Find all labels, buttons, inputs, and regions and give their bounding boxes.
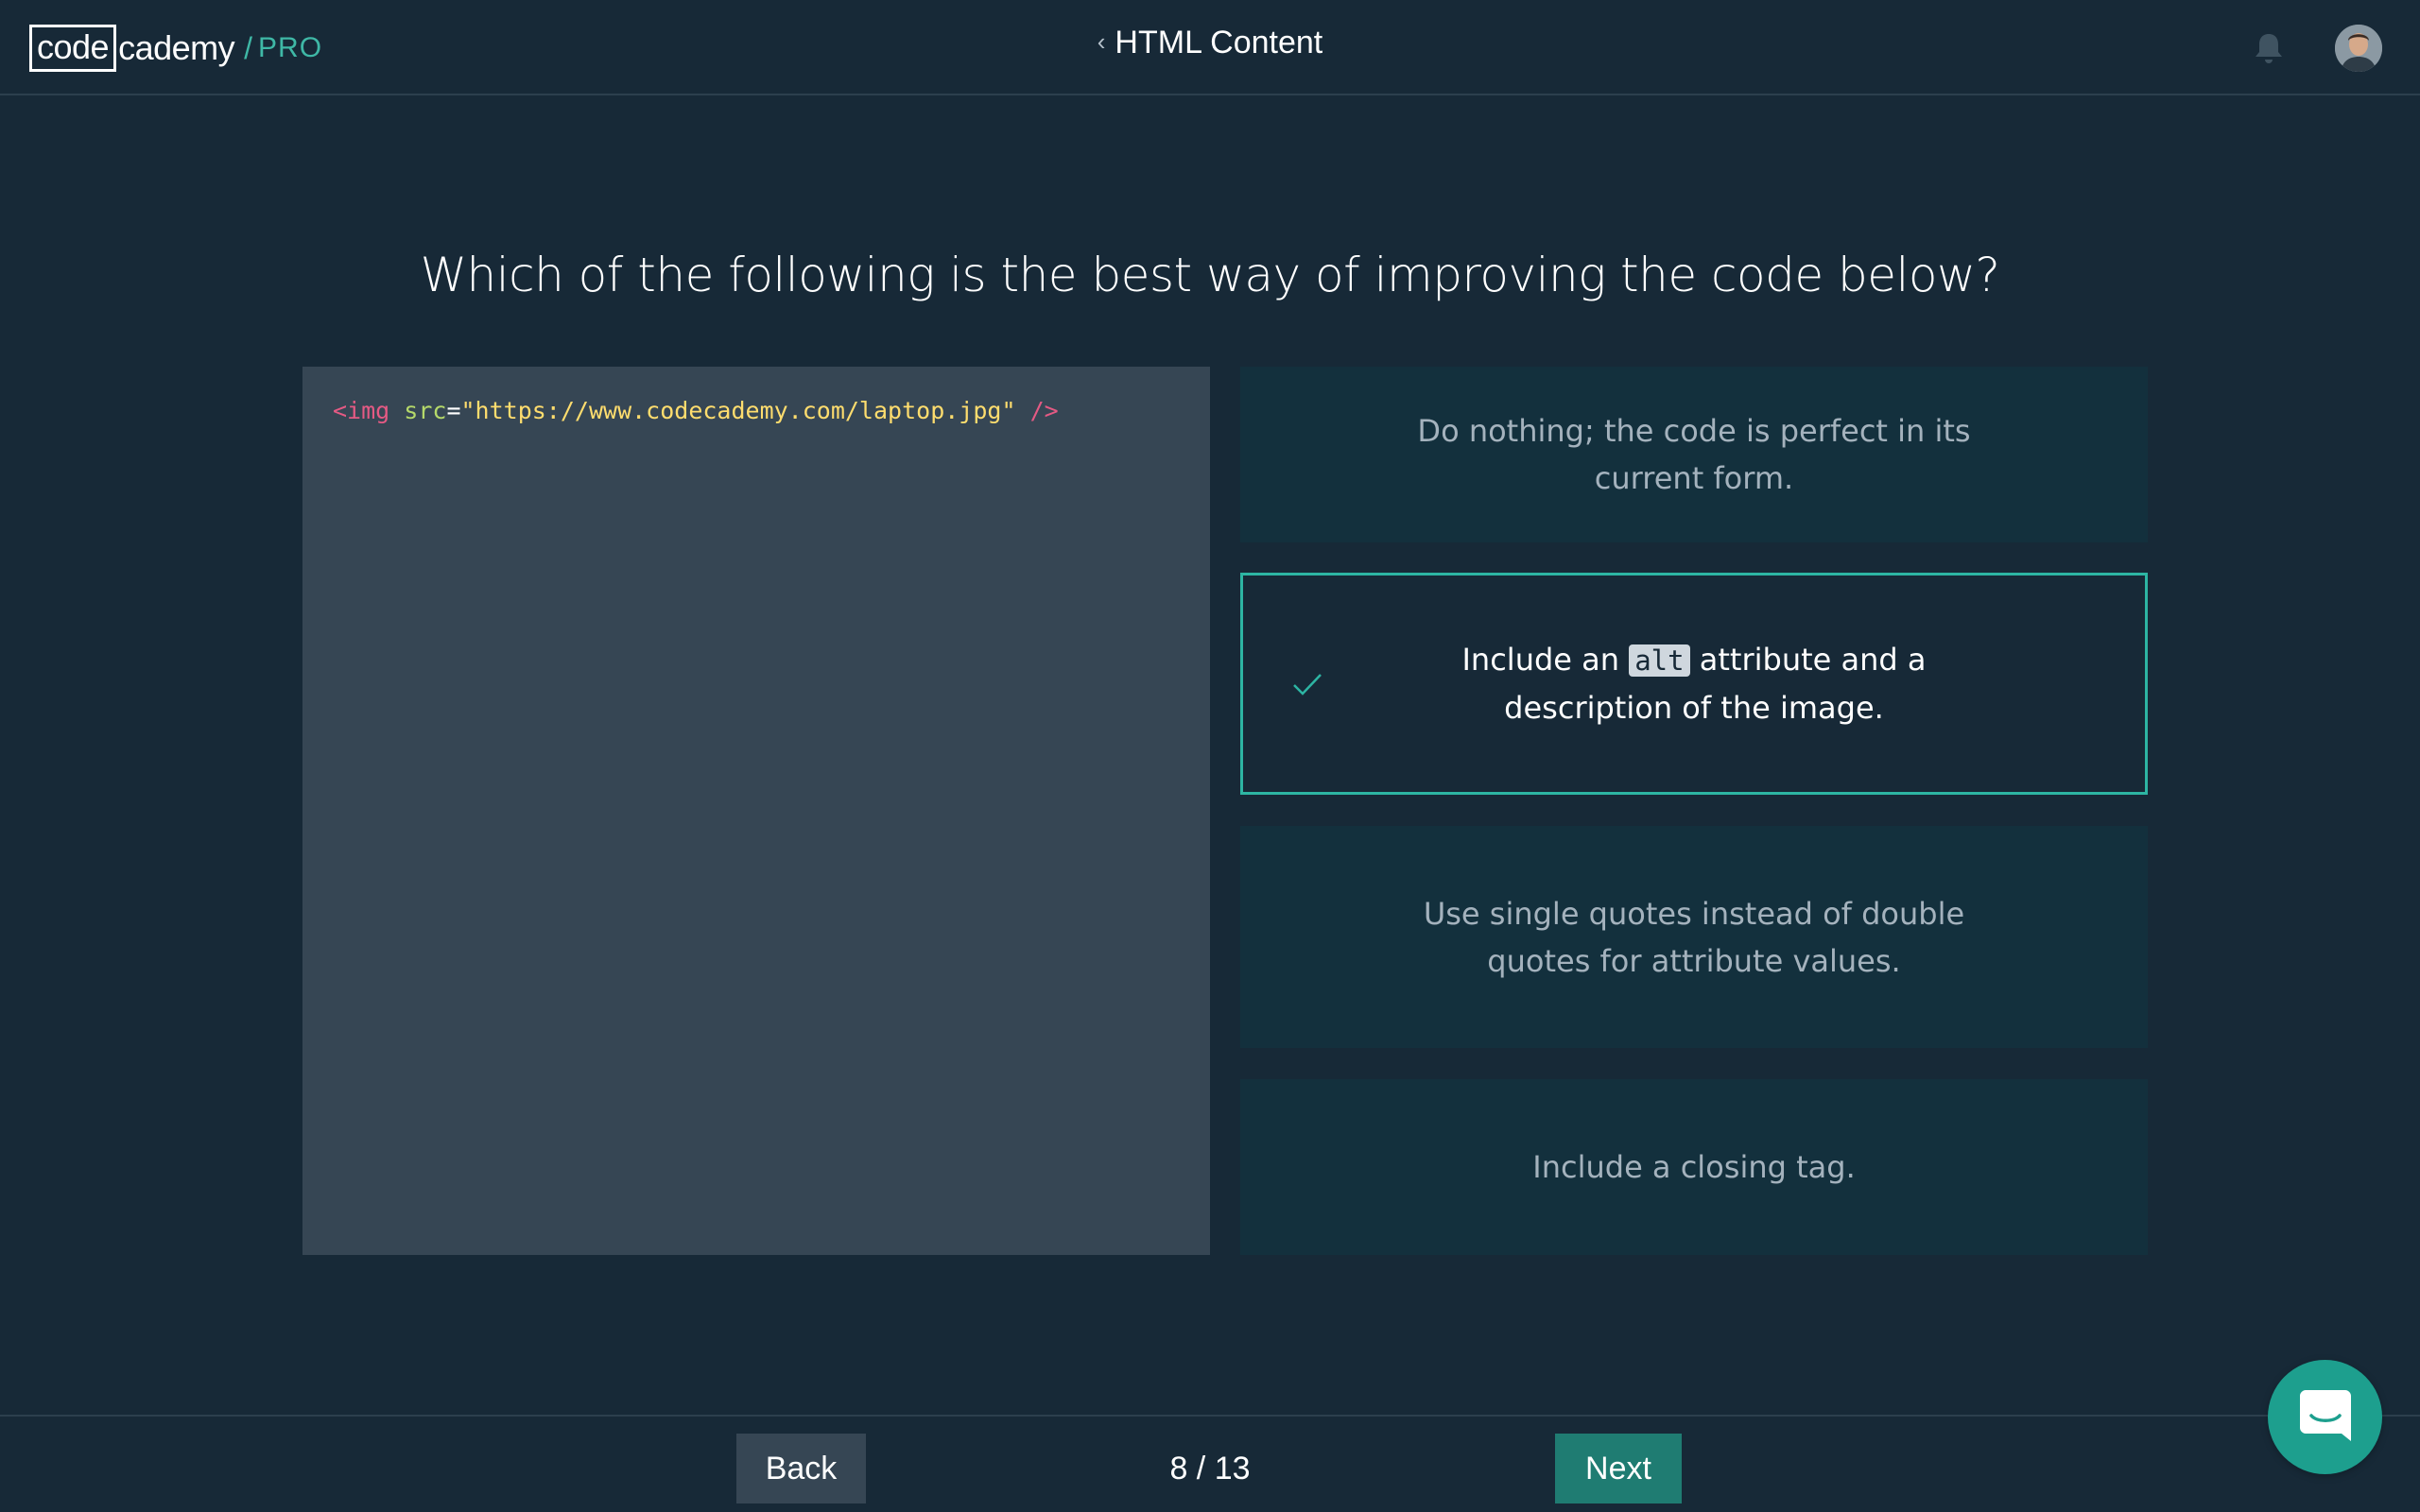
code-line: <img src="https://www.codecademy.com/lap… — [333, 397, 1180, 424]
option-text: Do nothing; the code is perfect in its c… — [1417, 413, 1971, 496]
back-button[interactable]: Back — [736, 1434, 866, 1503]
chevron-left-icon: ‹ — [1097, 27, 1106, 56]
code-snippet-panel: <img src="https://www.codecademy.com/lap… — [302, 367, 1210, 1255]
answer-option-2-selected[interactable]: Include an alt attribute and a descripti… — [1240, 573, 2148, 795]
answer-option-1[interactable]: Do nothing; the code is perfect in its c… — [1240, 367, 2148, 542]
option-text: Include a closing tag. — [1532, 1149, 1856, 1185]
inline-code-alt: alt — [1629, 644, 1690, 677]
bell-icon[interactable] — [2253, 31, 2285, 65]
code-tag-open: <img — [333, 397, 390, 424]
course-title-link[interactable]: ‹ HTML Content — [0, 25, 2420, 61]
chat-launcher-button[interactable] — [2268, 1360, 2382, 1474]
next-button[interactable]: Next — [1555, 1434, 1682, 1503]
code-tag-close: /> — [1029, 397, 1059, 424]
option-text: Use single quotes instead of double quot… — [1423, 895, 1965, 979]
option-text-before: Include an — [1461, 642, 1630, 678]
code-string: "https://www.codecademy.com/laptop.jpg" — [460, 397, 1016, 424]
question-progress: 8 / 13 — [1169, 1451, 1251, 1486]
question-title: Which of the following is the best way o… — [420, 248, 2000, 302]
top-bar: code cademy / PRO ‹ HTML Content — [0, 0, 2420, 95]
check-icon — [1288, 665, 1326, 703]
bottom-bar: Back 8 / 13 Next — [0, 1415, 2420, 1512]
code-attribute: src — [404, 397, 447, 424]
code-equals: = — [446, 397, 461, 424]
course-title: HTML Content — [1115, 25, 1323, 60]
answer-option-4[interactable]: Include a closing tag. — [1240, 1079, 2148, 1255]
option-text: Include an alt attribute and a descripti… — [1385, 636, 2003, 731]
user-avatar[interactable] — [2335, 25, 2382, 72]
answer-option-3[interactable]: Use single quotes instead of double quot… — [1240, 826, 2148, 1048]
chat-icon — [2296, 1386, 2355, 1449]
